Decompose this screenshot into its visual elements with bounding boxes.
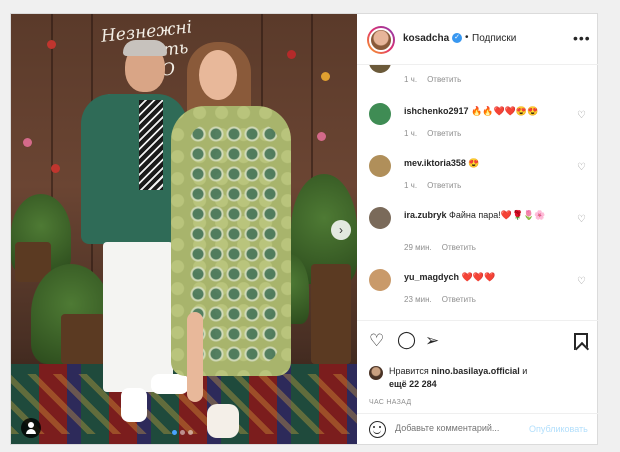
avatar (369, 28, 393, 52)
like-comment-icon[interactable]: ♡ (577, 110, 586, 121)
post-modal: Незнежні ть Ю › kosadcha ✓ • Подписки ••… (10, 13, 598, 445)
emoji-icon[interactable] (369, 421, 386, 438)
reply-button[interactable]: Ответить (427, 129, 461, 138)
comment-text: yu_magdych ❤️❤️❤️ (404, 271, 574, 284)
likes-mid: и (519, 366, 528, 376)
woman-leg (187, 312, 203, 402)
comment-meta: 1 ч. Ответить (404, 129, 471, 138)
author-avatar[interactable] (367, 26, 395, 54)
tagged-users-icon[interactable] (21, 418, 41, 438)
comment-body: Файна пара!❤️🌹🌷🌸 (449, 210, 546, 220)
comment-meta: 29 мин. Ответить (404, 243, 486, 252)
commenter-username[interactable]: yu_magdych (404, 272, 459, 282)
post-header: kosadcha ✓ • Подписки ••• (357, 14, 598, 65)
carousel-dot (180, 430, 185, 435)
plant-pot (61, 314, 105, 364)
following-button[interactable]: Подписки (472, 33, 516, 44)
add-comment-bar: Опубликовать (357, 413, 598, 445)
man-shoe (121, 388, 147, 422)
comment-body: 😍 (468, 158, 480, 168)
comments-list[interactable]: 1 ч. Ответить ishchenko2917 🔥🔥❤️❤️😍😍 1 ч.… (357, 65, 598, 320)
comment-input[interactable] (395, 423, 515, 433)
commenter-avatar[interactable] (369, 65, 391, 73)
reply-button[interactable]: Ответить (442, 295, 476, 304)
comment-text: ira.zubryk Файна пара!❤️🌹🌷🌸 (404, 209, 574, 222)
next-photo-button[interactable]: › (331, 220, 351, 240)
plant-pot (311, 264, 351, 364)
flower-decoration (317, 132, 326, 141)
bookmark-icon[interactable] (574, 333, 588, 350)
comment-time: 29 мин. (404, 243, 432, 252)
comment-time: 1 ч. (404, 181, 418, 190)
comment-time: 23 мин. (404, 295, 432, 304)
flower-decoration (287, 50, 296, 59)
likes-prefix: Нравится (389, 366, 432, 376)
commenter-avatar[interactable] (369, 103, 391, 125)
header-separator: • (465, 32, 469, 43)
reply-button[interactable]: Ответить (427, 181, 461, 190)
publish-button[interactable]: Опубликовать (529, 424, 588, 434)
carousel-dots (172, 430, 193, 435)
carousel-dot (188, 430, 193, 435)
comment-meta: 1 ч. Ответить (404, 181, 471, 190)
post-photo[interactable]: Незнежні ть Ю › (11, 14, 357, 444)
more-options-icon[interactable]: ••• (573, 30, 591, 46)
man-shoe (151, 374, 189, 394)
likes-count[interactable]: ещё 22 284 (389, 379, 437, 389)
man-hair (123, 40, 167, 56)
post-actions: ♡ ◯ ➢ Нравится nino.basilaya.official и … (357, 320, 598, 444)
commenter-avatar[interactable] (369, 269, 391, 291)
comment-time: 1 ч. (404, 75, 418, 84)
post-side-panel: kosadcha ✓ • Подписки ••• 1 ч. Ответить i… (357, 14, 598, 444)
post-timestamp[interactable]: ЧАС НАЗАД (369, 399, 411, 406)
like-comment-icon[interactable]: ♡ (577, 214, 586, 225)
comment-time: 1 ч. (404, 129, 418, 138)
flower-decoration (23, 138, 32, 147)
liker-avatar[interactable] (369, 366, 383, 380)
heart-icon[interactable]: ♡ (369, 331, 384, 351)
comment-meta: 23 мин. Ответить (404, 295, 486, 304)
likes-summary[interactable]: Нравится nino.basilaya.official и ещё 22… (389, 365, 589, 391)
verified-badge-icon: ✓ (452, 33, 462, 43)
comment-text: ishchenko2917 🔥🔥❤️❤️😍😍 (404, 105, 574, 118)
woman-face (199, 50, 237, 100)
shirt-embroidery (139, 100, 163, 190)
flower-decoration (47, 40, 56, 49)
like-comment-icon[interactable]: ♡ (577, 162, 586, 173)
commenter-username[interactable]: ira.zubryk (404, 210, 447, 220)
reply-button[interactable]: Ответить (427, 75, 461, 84)
comment-body: ❤️❤️❤️ (461, 272, 496, 282)
share-icon[interactable]: ➢ (425, 331, 439, 351)
commenter-avatar[interactable] (369, 155, 391, 177)
comment-meta: 1 ч. Ответить (404, 75, 471, 84)
commenter-avatar[interactable] (369, 207, 391, 229)
commenter-username[interactable]: ishchenko2917 (404, 106, 469, 116)
carousel-dot-active (172, 430, 177, 435)
reply-button[interactable]: Ответить (442, 243, 476, 252)
man-pants (103, 242, 173, 392)
comment-body: 🔥🔥❤️❤️😍😍 (471, 106, 539, 116)
liker-username[interactable]: nino.basilaya.official (431, 366, 520, 376)
author-username[interactable]: kosadcha (403, 33, 449, 44)
flower-decoration (51, 164, 60, 173)
flower-decoration (321, 72, 330, 81)
comment-icon[interactable]: ◯ (397, 330, 416, 350)
like-comment-icon[interactable]: ♡ (577, 276, 586, 287)
woman-shoe (207, 404, 239, 438)
commenter-username[interactable]: mev.iktoria358 (404, 158, 466, 168)
comment-text: mev.iktoria358 😍 (404, 157, 574, 170)
